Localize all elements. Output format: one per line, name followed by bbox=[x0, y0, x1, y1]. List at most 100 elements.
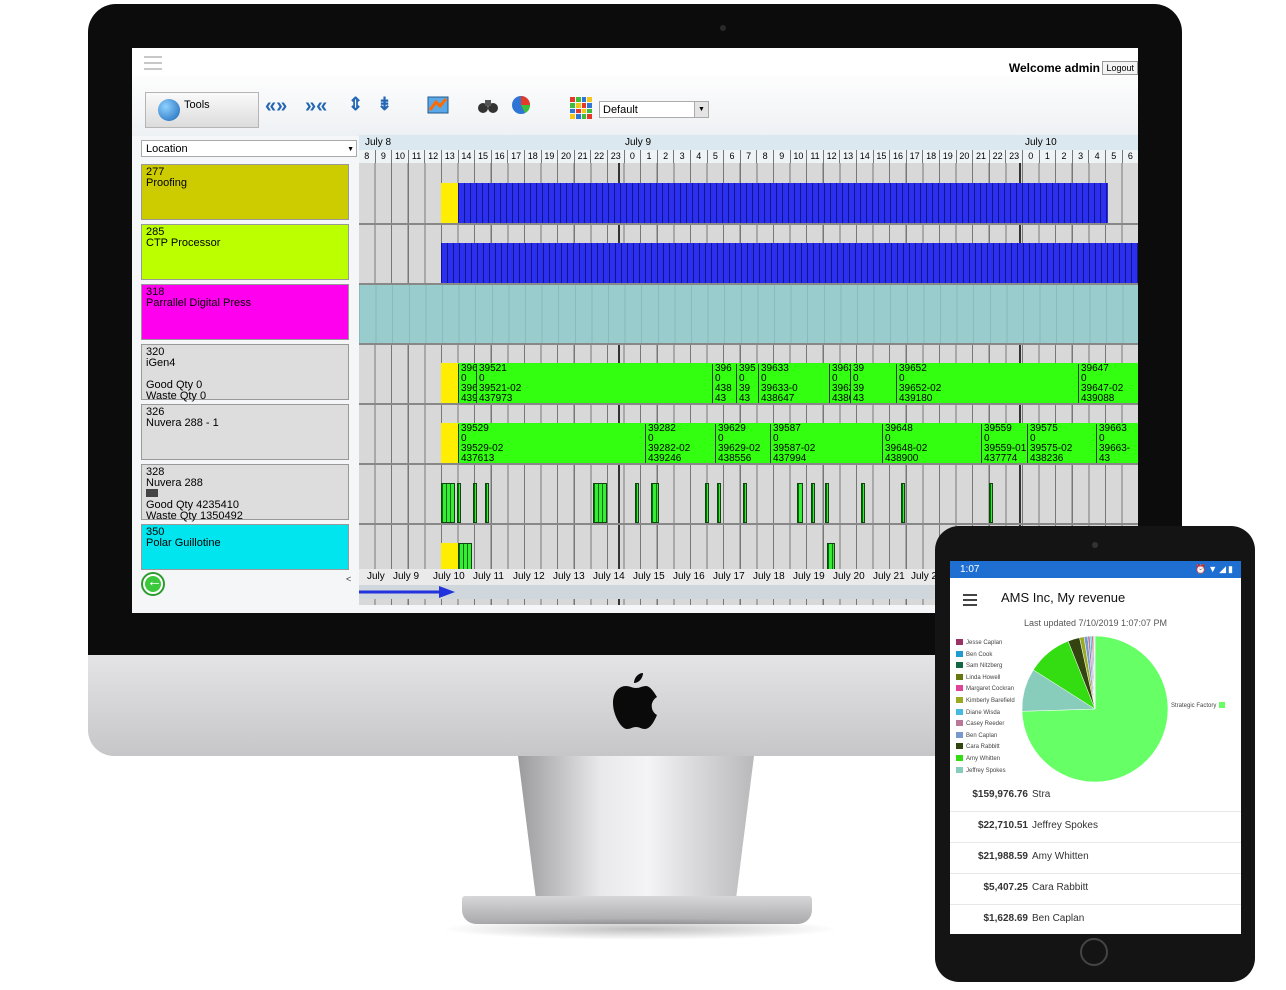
job-block[interactable]: 395 0 39 43 bbox=[736, 364, 758, 403]
job-block[interactable]: 39587 0 39587-02 437994 bbox=[770, 424, 882, 463]
resource-card[interactable]: 350 Polar Guillotine bbox=[141, 524, 349, 570]
row-separator bbox=[359, 463, 1138, 465]
job-bar[interactable] bbox=[441, 243, 1138, 283]
resource-card[interactable]: 320 iGen4 Good Qty 0 Waste Qty 0 bbox=[141, 344, 349, 402]
date-tick[interactable]: July 16 bbox=[673, 571, 705, 582]
date-tick[interactable]: July 20 bbox=[833, 571, 865, 582]
color-grid-icon[interactable] bbox=[570, 97, 592, 119]
job-block[interactable]: 39521 0 39521-02 437973 bbox=[476, 364, 712, 403]
hour-label: 11 bbox=[408, 150, 426, 163]
job-bar[interactable]: 39529 0 39529-02 437613 39282 0 39282-02 439246… bbox=[458, 423, 1138, 463]
resource-card[interactable]: 326 Nuvera 288 - 1 bbox=[141, 404, 349, 460]
job-bar[interactable] bbox=[359, 285, 1138, 343]
revenue-row[interactable]: $159,976.76 Stra bbox=[950, 781, 1241, 812]
job-block[interactable]: 39529 0 39529-02 437613 bbox=[458, 424, 628, 463]
date-tick[interactable]: July 9 bbox=[393, 571, 419, 582]
job-block[interactable]: 39648 0 39648-02 438900 bbox=[882, 424, 981, 463]
job-block[interactable] bbox=[485, 483, 489, 523]
job-block[interactable] bbox=[861, 483, 865, 523]
back-button[interactable]: ← bbox=[141, 572, 165, 596]
job-bar[interactable]: 396039643939521039521-024379733960438433… bbox=[458, 363, 1138, 403]
job-block[interactable]: 39575 0 39575-02 438236 bbox=[1027, 424, 1096, 463]
welcome-text: Welcome admin bbox=[1008, 61, 1100, 75]
toolbar: Tools «» »« ⇕ ⇟ Default ▼ bbox=[132, 76, 1138, 136]
date-tick[interactable]: July 14 bbox=[593, 571, 625, 582]
job-block[interactable]: 3960396439 bbox=[458, 364, 476, 403]
tools-button[interactable]: Tools bbox=[145, 92, 259, 128]
job-block[interactable] bbox=[457, 483, 461, 523]
location-select[interactable]: Location ▼ bbox=[141, 140, 357, 157]
chart-icon[interactable] bbox=[427, 94, 449, 116]
binoculars-icon[interactable] bbox=[477, 94, 499, 116]
legend-label: Linda Howell bbox=[966, 674, 1001, 681]
date-tick[interactable]: July 12 bbox=[513, 571, 545, 582]
job-block[interactable] bbox=[743, 483, 747, 523]
collapse-vertical-icon[interactable]: ⇟ bbox=[377, 95, 392, 113]
resource-card[interactable]: 328 Nuvera 288 Good Qty 4235410 Waste Qty … bbox=[141, 464, 349, 522]
job-block[interactable] bbox=[441, 483, 455, 523]
date-tick[interactable]: July 2 bbox=[911, 571, 937, 582]
job-block[interactable] bbox=[705, 483, 709, 523]
date-tick[interactable]: July bbox=[367, 571, 385, 582]
menu-icon[interactable] bbox=[144, 56, 162, 70]
legend-item: Casey Reeder bbox=[956, 720, 1015, 732]
legend-swatch bbox=[956, 696, 963, 703]
revenue-row[interactable]: $22,710.51 Jeffrey Spokes bbox=[950, 812, 1241, 843]
revenue-row[interactable]: $1,628.69 Ben Caplan bbox=[950, 905, 1241, 934]
job-block[interactable]: 39282 0 39282-02 439246 bbox=[645, 424, 715, 463]
job-text: 437994 bbox=[773, 453, 807, 464]
job-block[interactable]: 39652 0 39652-02 439180 bbox=[896, 364, 1078, 403]
expand-horizontal-icon[interactable]: «» bbox=[265, 96, 287, 116]
legend-swatch bbox=[956, 673, 963, 680]
resource-card[interactable]: 277 Proofing bbox=[141, 164, 349, 220]
legend-label: Margaret Cockran bbox=[966, 686, 1015, 693]
job-block[interactable]: 396 0 438 43 bbox=[712, 364, 736, 403]
job-block[interactable] bbox=[593, 483, 607, 523]
scroll-arrow-right-icon[interactable] bbox=[359, 586, 469, 598]
job-block[interactable] bbox=[825, 483, 829, 523]
job-block[interactable] bbox=[651, 483, 659, 523]
collapse-horizontal-icon[interactable]: »« bbox=[305, 96, 327, 116]
revenue-row[interactable]: $21,988.59 Amy Whitten bbox=[950, 843, 1241, 874]
job-block[interactable] bbox=[901, 483, 905, 523]
date-tick[interactable]: July 19 bbox=[793, 571, 825, 582]
job-bar[interactable] bbox=[441, 423, 458, 463]
job-bar[interactable] bbox=[441, 183, 458, 223]
hour-label: 4 bbox=[691, 150, 708, 163]
job-block[interactable] bbox=[989, 483, 993, 523]
date-tick[interactable]: July 21 bbox=[873, 571, 905, 582]
date-tick[interactable]: July 13 bbox=[553, 571, 585, 582]
revenue-row[interactable]: $5,407.25 Cara Rabbitt bbox=[950, 874, 1241, 905]
expand-vertical-icon[interactable]: ⇕ bbox=[348, 95, 363, 113]
job-bar[interactable] bbox=[458, 183, 1108, 223]
job-block[interactable]: 39 0 39 43 bbox=[850, 364, 896, 403]
menu-icon[interactable] bbox=[963, 594, 977, 606]
date-tick[interactable]: July 15 bbox=[633, 571, 665, 582]
revenue-pie-chart[interactable] bbox=[1020, 634, 1170, 784]
resource-id: 320 bbox=[146, 346, 165, 358]
job-block[interactable]: 39629 0 39629-02 438556 bbox=[715, 424, 770, 463]
job-block[interactable] bbox=[717, 483, 721, 523]
scroll-left-icon[interactable]: < bbox=[346, 574, 351, 584]
resource-card[interactable]: 285 CTP Processor bbox=[141, 224, 349, 280]
logout-button[interactable]: Logout bbox=[1102, 61, 1138, 75]
date-tick[interactable]: July 10 bbox=[433, 571, 465, 582]
job-block[interactable] bbox=[635, 483, 639, 523]
job-block[interactable]: 3963039634386 bbox=[829, 364, 850, 403]
view-select[interactable]: Default ▼ bbox=[599, 101, 709, 118]
job-bar[interactable] bbox=[441, 363, 458, 403]
job-block[interactable] bbox=[473, 483, 477, 523]
resource-card[interactable]: 318 Parrallel Digital Press bbox=[141, 284, 349, 340]
job-block[interactable]: 39663 0 39663- 43 bbox=[1096, 424, 1136, 463]
date-tick[interactable]: July 17 bbox=[713, 571, 745, 582]
date-tick[interactable]: July 11 bbox=[473, 571, 504, 582]
job-block[interactable]: 39633 0 39633-0 438647 bbox=[758, 364, 829, 403]
date-tick[interactable]: July 18 bbox=[753, 571, 785, 582]
job-block[interactable]: 39559 0 39559-01 437774 bbox=[981, 424, 1027, 463]
job-block[interactable] bbox=[811, 483, 815, 523]
home-button[interactable] bbox=[1080, 938, 1108, 966]
job-block[interactable] bbox=[797, 483, 803, 523]
job-block[interactable]: 39647 0 39647-02 439088 bbox=[1078, 364, 1138, 403]
hour-label: 11 bbox=[807, 150, 824, 163]
pie-chart-icon[interactable] bbox=[510, 94, 532, 116]
